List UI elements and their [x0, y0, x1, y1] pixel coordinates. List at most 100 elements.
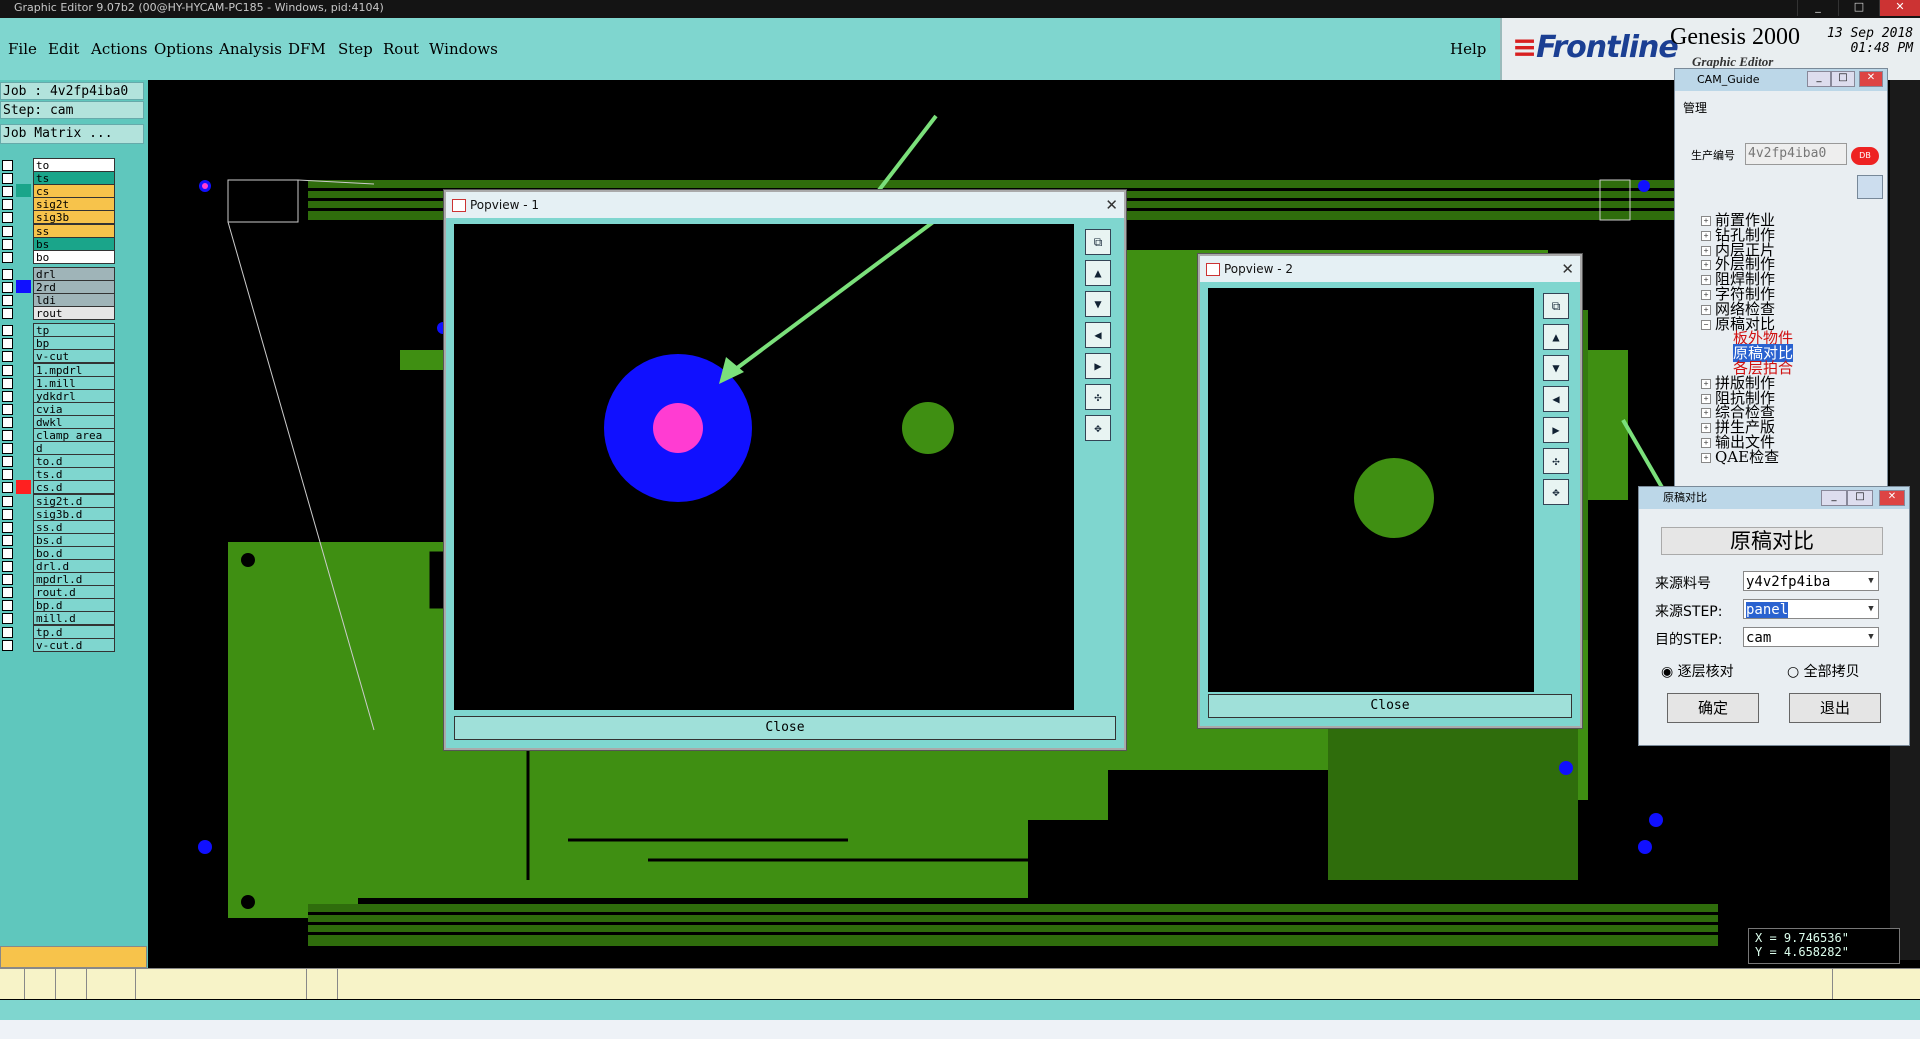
layer-checkbox[interactable] [2, 295, 13, 306]
expand-icon[interactable]: + [1701, 290, 1711, 300]
layer-checkbox[interactable] [2, 534, 13, 546]
layer-checkbox[interactable] [2, 390, 13, 402]
menu-actions[interactable]: Actions [91, 40, 147, 58]
popview-2-canvas[interactable] [1208, 288, 1534, 692]
menu-analysis[interactable]: Analysis [219, 40, 282, 58]
layer-row[interactable]: v-cut.d [0, 637, 118, 653]
popview-2-titlebar[interactable]: Popview - 2 ✕ [1200, 256, 1580, 282]
maximize-button[interactable]: □ [1847, 490, 1873, 506]
layer-checkbox[interactable] [2, 308, 13, 320]
src-step-select[interactable]: panel ▼ [1743, 599, 1879, 619]
menu-dfm[interactable]: DFM [288, 40, 326, 58]
popview-1-canvas[interactable] [454, 224, 1074, 710]
expand-icon[interactable]: + [1701, 275, 1711, 286]
src-job-select[interactable]: y4v2fp4iba ▼ [1743, 571, 1879, 591]
minimize-button[interactable]: _ [1797, 0, 1838, 16]
expand-icon[interactable]: + [1701, 452, 1711, 463]
layer-checkbox[interactable] [2, 482, 13, 494]
menu-help[interactable]: Help [1450, 40, 1486, 58]
expand-icon[interactable]: + [1701, 304, 1711, 315]
menu-options[interactable]: Options [154, 40, 213, 58]
fit-icon[interactable]: ⧉ [1543, 293, 1569, 319]
expand-icon[interactable]: + [1701, 393, 1711, 404]
layer-checkbox[interactable] [2, 238, 13, 250]
zoom-out-icon[interactable]: ▼ [1543, 355, 1569, 381]
layer-checkbox[interactable] [2, 186, 13, 198]
layer-checkbox[interactable] [2, 600, 13, 612]
layer-checkbox[interactable] [2, 325, 13, 337]
layer-checkbox[interactable] [2, 521, 13, 533]
layer-checkbox[interactable] [2, 173, 13, 185]
menu-edit[interactable]: Edit [48, 40, 79, 58]
expand-icon[interactable]: ✣ [1085, 384, 1111, 410]
popview-1-titlebar[interactable]: Popview - 1 ✕ [446, 192, 1124, 218]
pan-left-icon[interactable]: ◀ [1085, 322, 1111, 348]
popview-1-close-button[interactable]: Close [454, 716, 1116, 740]
layer-row[interactable]: rout [0, 306, 118, 322]
layer-checkbox[interactable] [2, 268, 13, 280]
close-icon[interactable]: ✕ [1561, 256, 1574, 282]
layer-row[interactable]: bo [0, 249, 118, 265]
pan-left-icon[interactable]: ◀ [1543, 386, 1569, 412]
layer-checkbox[interactable] [2, 416, 13, 428]
radio-copy-all[interactable]: ○ 全部拷贝 [1787, 661, 1860, 681]
layer-checkbox[interactable] [2, 377, 13, 389]
radio-layer-check[interactable]: ◉ 逐层核对 [1661, 661, 1734, 681]
layer-checkbox[interactable] [2, 225, 13, 237]
minimize-button[interactable]: _ [1821, 490, 1847, 506]
job-matrix-button[interactable]: Job Matrix ... [0, 124, 144, 144]
dst-step-select[interactable]: cam ▼ [1743, 627, 1879, 647]
close-icon[interactable]: ✕ [1105, 192, 1118, 218]
menu-file[interactable]: File [8, 40, 37, 58]
menu-windows[interactable]: Windows [429, 40, 498, 58]
layer-checkbox[interactable] [2, 430, 13, 441]
layer-checkbox[interactable] [2, 495, 13, 507]
expand-icon[interactable]: + [1701, 378, 1711, 389]
fit-icon[interactable]: ⧉ [1085, 229, 1111, 255]
zoom-out-icon[interactable]: ▼ [1085, 291, 1111, 317]
menu-step[interactable]: Step [338, 40, 373, 58]
popview-2-close-button[interactable]: Close [1208, 694, 1572, 718]
zoom-in-icon[interactable]: ▲ [1085, 260, 1111, 286]
layer-checkbox[interactable] [2, 443, 13, 455]
layer-checkbox[interactable] [2, 469, 13, 481]
expand-icon[interactable]: + [1701, 216, 1711, 226]
layer-checkbox[interactable] [2, 574, 13, 586]
layer-checkbox[interactable] [2, 547, 13, 559]
layer-checkbox[interactable] [2, 403, 13, 415]
layer-checkbox[interactable] [2, 508, 13, 520]
expand-icon[interactable]: − [1701, 319, 1711, 330]
close-button[interactable]: ✕ [1859, 71, 1883, 87]
layer-checkbox[interactable] [2, 364, 13, 376]
layer-checkbox[interactable] [2, 587, 13, 599]
pan-right-icon[interactable]: ▶ [1085, 353, 1111, 379]
layer-checkbox[interactable] [2, 351, 13, 363]
exit-button[interactable]: 退出 [1789, 693, 1881, 723]
layer-checkbox[interactable] [2, 639, 13, 651]
compare-dialog-titlebar[interactable]: 原稿对比 _ □ ✕ [1639, 487, 1909, 509]
expand-icon[interactable]: + [1701, 408, 1711, 419]
layer-checkbox[interactable] [2, 212, 13, 224]
layer-checkbox[interactable] [2, 561, 13, 572]
cam-guide-titlebar[interactable]: CAM_Guide _ □ ✕ [1675, 69, 1887, 91]
expand-icon[interactable]: + [1701, 230, 1711, 241]
close-window-button[interactable]: ✕ [1879, 0, 1920, 16]
expand-icon[interactable]: + [1701, 260, 1711, 271]
zoom-in-icon[interactable]: ▲ [1543, 324, 1569, 350]
expand-icon[interactable]: + [1701, 245, 1711, 256]
layer-checkbox[interactable] [2, 160, 13, 171]
menu-rout[interactable]: Rout [383, 40, 419, 58]
maximize-button[interactable]: □ [1838, 0, 1879, 16]
close-button[interactable]: ✕ [1879, 490, 1905, 506]
layer-checkbox[interactable] [2, 456, 13, 468]
layer-checkbox[interactable] [2, 613, 13, 625]
exit-icon[interactable] [1857, 175, 1883, 199]
layer-checkbox[interactable] [2, 199, 13, 211]
prod-field[interactable]: 4v2fp4iba0 [1745, 143, 1847, 165]
layer-checkbox[interactable] [2, 251, 13, 263]
tab-manage[interactable]: 管理 [1683, 99, 1707, 116]
expand-icon[interactable]: + [1701, 438, 1711, 448]
expand-icon[interactable]: ✣ [1543, 448, 1569, 474]
layer-checkbox[interactable] [2, 338, 13, 350]
maximize-button[interactable]: □ [1831, 71, 1855, 87]
